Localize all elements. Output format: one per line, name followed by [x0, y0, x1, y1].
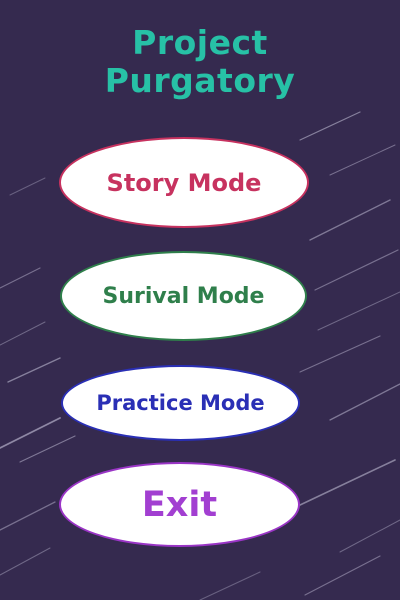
- game-title-line-2: Purgatory: [104, 61, 296, 100]
- main-menu-screen: Project Purgatory Story Mode Surival Mod…: [0, 0, 400, 600]
- game-title: Project Purgatory: [0, 24, 400, 100]
- practice-mode-button[interactable]: Practice Mode: [61, 365, 300, 441]
- game-title-line-1: Project: [132, 23, 268, 62]
- story-mode-button[interactable]: Story Mode: [59, 137, 309, 228]
- exit-button[interactable]: Exit: [59, 462, 300, 547]
- survival-mode-button[interactable]: Surival Mode: [60, 251, 307, 341]
